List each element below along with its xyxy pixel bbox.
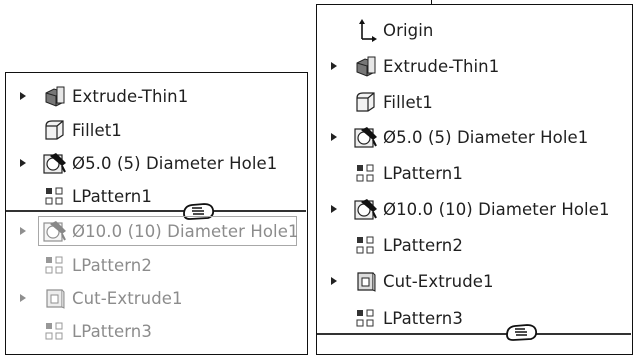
linear-pattern-icon [42,318,68,344]
tree-item-extrude-thin1[interactable]: Extrude-Thin1 [329,51,499,81]
tree-item-origin[interactable]: Origin [329,15,433,45]
tree-item-lpattern3-suppressed[interactable]: LPattern3 [18,316,152,346]
tree-item-label: Ø5.0 (5) Diameter Hole1 [72,153,278,173]
tree-item-label: LPattern1 [383,163,463,183]
linear-pattern-icon [42,183,68,209]
tree-item-lpattern2[interactable]: LPattern2 [329,230,463,260]
rollback-hand-icon[interactable] [505,321,539,343]
expand-arrow-icon[interactable] [329,61,339,71]
expand-arrow-icon[interactable] [18,158,28,168]
linear-pattern-icon [353,232,379,258]
feature-tree-left-panel: Extrude-Thin1 Fillet1 Ø5.0 (5) Diameter … [5,72,308,355]
tree-item-diameter-hole-5[interactable]: Ø5.0 (5) Diameter Hole1 [329,122,588,152]
tree-item-label: Ø10.0 (10) Diameter Hole1 [72,221,299,241]
tree-item-diameter-hole-5[interactable]: Ø5.0 (5) Diameter Hole1 [18,148,277,178]
tree-item-label: Ø5.0 (5) Diameter Hole1 [383,127,589,147]
tree-item-label: Fillet1 [72,120,122,140]
tree-item-lpattern1[interactable]: LPattern1 [18,181,152,211]
origin-icon [353,17,379,43]
tree-item-lpattern1[interactable]: LPattern1 [329,158,463,188]
tree-item-lpattern3[interactable]: LPattern3 [329,303,463,333]
tree-item-label: Origin [383,20,434,40]
rollback-bar[interactable] [317,333,631,335]
tree-item-diameter-hole-10[interactable]: Ø10.0 (10) Diameter Hole1 [329,194,610,224]
fillet-icon [42,117,68,143]
tree-item-extrude-thin1[interactable]: Extrude-Thin1 [18,81,188,111]
tree-item-cut-extrude1-suppressed[interactable]: Cut-Extrude1 [18,283,183,313]
tree-item-label: Cut-Extrude1 [72,288,183,308]
linear-pattern-icon [353,160,379,186]
extrude-thin-icon [353,53,379,79]
fillet-icon [353,89,379,115]
hole-wizard-icon [353,124,379,150]
hole-wizard-icon [42,218,68,244]
expand-arrow-icon[interactable] [18,293,28,303]
tree-item-label: LPattern3 [72,321,152,341]
expand-arrow-icon[interactable] [18,226,28,236]
expand-arrow-icon[interactable] [329,132,339,142]
tree-item-label: LPattern3 [383,308,463,328]
tree-item-label: Fillet1 [383,92,433,112]
linear-pattern-icon [353,305,379,331]
hole-wizard-icon [42,150,68,176]
hole-wizard-icon [353,196,379,222]
tree-item-cut-extrude1[interactable]: Cut-Extrude1 [329,266,494,296]
cut-extrude-icon [42,285,68,311]
tree-item-fillet1[interactable]: Fillet1 [18,115,122,145]
tree-item-label: Cut-Extrude1 [383,271,494,291]
linear-pattern-icon [42,252,68,278]
expand-arrow-icon[interactable] [329,204,339,214]
tree-item-label: Ø10.0 (10) Diameter Hole1 [383,199,610,219]
expand-arrow-icon[interactable] [18,91,28,101]
expand-arrow-icon[interactable] [329,276,339,286]
rollback-bar[interactable] [6,210,306,212]
tree-item-label: LPattern2 [383,235,463,255]
feature-tree-right-panel: Origin Extrude-Thin1 Fillet1 Ø5.0 (5) Di… [316,4,633,355]
tree-item-label: LPattern1 [72,186,152,206]
tree-item-diameter-hole-10-suppressed[interactable]: Ø10.0 (10) Diameter Hole1 [18,216,299,246]
cut-extrude-icon [353,268,379,294]
tree-item-fillet1[interactable]: Fillet1 [329,87,433,117]
tree-item-label: Extrude-Thin1 [383,56,500,76]
tree-item-label: LPattern2 [72,255,152,275]
tree-item-label: Extrude-Thin1 [72,86,189,106]
tree-item-lpattern2-suppressed[interactable]: LPattern2 [18,250,152,280]
extrude-thin-icon [42,83,68,109]
